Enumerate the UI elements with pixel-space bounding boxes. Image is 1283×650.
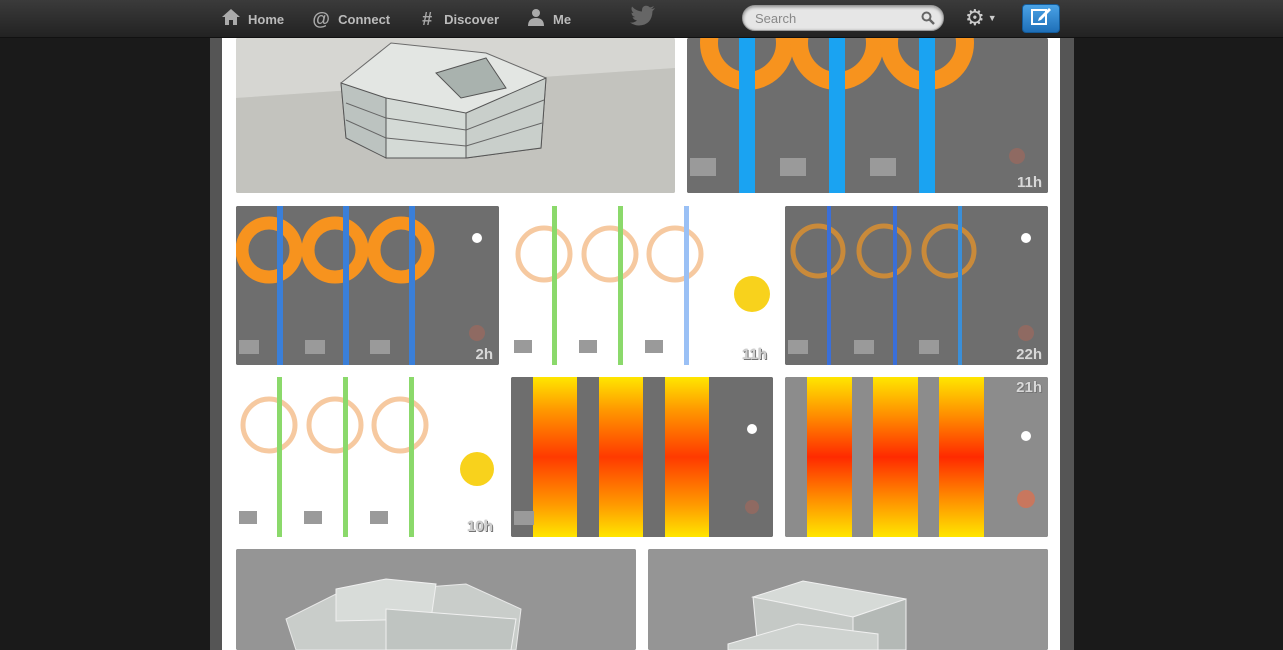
search-icon[interactable] bbox=[921, 11, 935, 25]
solar-chart-image bbox=[785, 206, 1048, 365]
media-thumbnail[interactable]: 10h bbox=[236, 377, 499, 537]
hour-label: 21h bbox=[1016, 379, 1042, 396]
nav-me-label: Me bbox=[553, 11, 572, 27]
top-navigation-bar: Home @ Connect # Discover Me ⚙ ▼ bbox=[0, 0, 1283, 38]
media-thumbnail[interactable]: 2h bbox=[236, 206, 499, 365]
nav-discover-label: Discover bbox=[444, 11, 500, 27]
solar-chart-image bbox=[236, 206, 499, 365]
hour-label: 11h bbox=[741, 346, 767, 363]
nav-home[interactable]: Home bbox=[220, 8, 284, 31]
gear-icon: ⚙ bbox=[965, 5, 985, 30]
hour-label: 11h bbox=[1016, 174, 1042, 191]
building-render bbox=[236, 549, 636, 650]
media-thumbnail[interactable]: 21h bbox=[785, 377, 1048, 537]
building-render bbox=[648, 549, 1048, 650]
person-icon bbox=[525, 8, 547, 31]
home-icon bbox=[220, 8, 242, 31]
media-gallery: 11h 2h 11h 22h 10h 21h bbox=[222, 38, 1060, 650]
media-thumbnail[interactable] bbox=[236, 549, 636, 650]
media-thumbnail[interactable]: 11h bbox=[687, 38, 1048, 193]
hour-label: 2h bbox=[475, 346, 493, 363]
search-box[interactable] bbox=[742, 5, 944, 31]
solar-chart-image bbox=[687, 38, 1048, 193]
media-thumbnail[interactable]: 22h bbox=[785, 206, 1048, 365]
primary-nav: Home @ Connect # Discover Me bbox=[220, 0, 597, 38]
twitter-bird-icon[interactable] bbox=[630, 5, 656, 27]
settings-menu[interactable]: ⚙ ▼ bbox=[965, 7, 997, 29]
nav-discover[interactable]: # Discover bbox=[416, 9, 499, 30]
nav-home-label: Home bbox=[248, 11, 285, 27]
heatmap-image bbox=[785, 377, 1048, 537]
media-thumbnail[interactable] bbox=[648, 549, 1048, 650]
at-icon: @ bbox=[312, 8, 330, 29]
solar-chart-image bbox=[511, 206, 773, 365]
compose-tweet-button[interactable] bbox=[1022, 4, 1060, 33]
media-thumbnail[interactable] bbox=[236, 38, 675, 193]
solar-chart-image bbox=[236, 377, 499, 537]
building-render bbox=[236, 38, 675, 193]
chevron-down-icon: ▼ bbox=[987, 13, 997, 23]
nav-connect[interactable]: @ Connect bbox=[310, 9, 390, 30]
heatmap-image bbox=[511, 377, 773, 537]
nav-connect-label: Connect bbox=[338, 11, 391, 27]
hash-icon: # bbox=[422, 8, 433, 29]
media-thumbnail[interactable] bbox=[511, 377, 773, 537]
nav-me[interactable]: Me bbox=[525, 8, 571, 31]
media-thumbnail[interactable]: 11h bbox=[511, 206, 773, 365]
search-input[interactable] bbox=[743, 6, 913, 30]
compose-icon bbox=[1030, 6, 1052, 31]
hour-label: 10h bbox=[467, 518, 493, 535]
hour-label: 22h bbox=[1016, 346, 1042, 363]
